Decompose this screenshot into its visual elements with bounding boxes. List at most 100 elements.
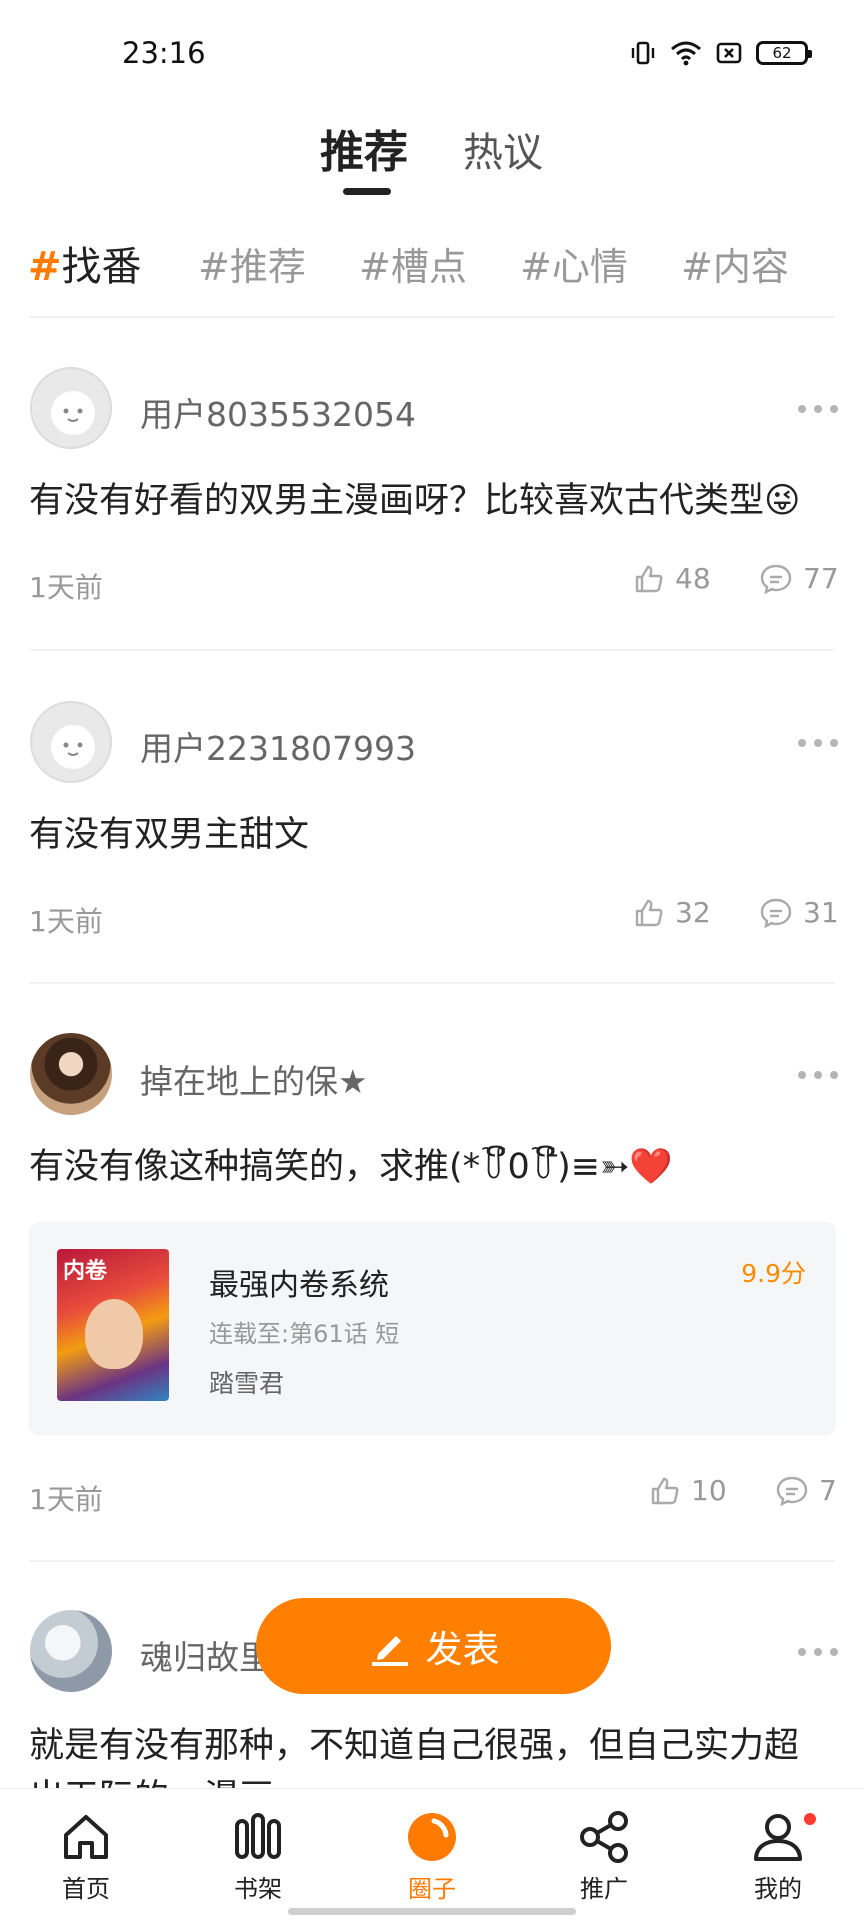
battery-icon: 62: [756, 41, 812, 65]
tag-mood[interactable]: #心情: [520, 236, 628, 291]
comment-button[interactable]: 77: [759, 562, 839, 595]
book-cover-title: 内卷: [63, 1259, 108, 1284]
nav-home[interactable]: 首页: [26, 1789, 146, 1909]
nav-profile[interactable]: 我的: [718, 1789, 838, 1909]
hash-symbol: #: [681, 245, 713, 289]
avatar[interactable]: [30, 701, 112, 783]
post-time: 1天前: [29, 905, 103, 938]
hash-symbol: #: [520, 245, 552, 289]
post-meta: 1天前 48 77: [29, 562, 839, 604]
tag-recommend[interactable]: #推荐: [198, 236, 306, 291]
tab-indicator: [343, 188, 391, 195]
comment-button[interactable]: 31: [759, 896, 839, 929]
like-count: 48: [675, 562, 711, 595]
more-options-icon[interactable]: [798, 738, 838, 748]
home-icon: [64, 1815, 108, 1859]
thumbs-up-icon: [635, 899, 663, 926]
post-content[interactable]: 有没有双男主甜文: [29, 806, 839, 864]
book-cover-art: [85, 1299, 143, 1369]
nav-label: 书架: [234, 1875, 282, 1903]
more-options-icon[interactable]: [798, 1647, 838, 1657]
tag-label: 找番: [61, 244, 142, 290]
tab-hot-discussion[interactable]: 热议: [463, 120, 543, 178]
book-cover: 内卷: [57, 1249, 169, 1401]
book-score: 9.9分: [741, 1259, 806, 1288]
profile-icon: [754, 1814, 802, 1861]
username[interactable]: 用户2231807993: [140, 722, 416, 770]
status-bar: 23:16 62: [0, 0, 864, 100]
username[interactable]: 掉在地上的保★: [140, 1055, 368, 1103]
comment-icon: [760, 898, 792, 928]
nav-label: 我的: [754, 1875, 802, 1903]
post-time: 1天前: [29, 1483, 103, 1516]
status-time: 23:16: [122, 36, 206, 70]
wifi-icon: [671, 41, 701, 66]
default-avatar-icon: [51, 391, 95, 435]
circle-icon: [408, 1813, 456, 1861]
default-avatar-icon: [51, 725, 95, 769]
avatar[interactable]: [30, 367, 112, 449]
like-count: 32: [675, 896, 711, 929]
nav-promote[interactable]: 推广: [544, 1789, 664, 1909]
hash-symbol: #: [359, 245, 391, 289]
comment-icon: [760, 564, 792, 594]
hash-symbol: #: [198, 245, 230, 289]
nav-circle[interactable]: 圈子: [372, 1789, 492, 1909]
tag-complaint[interactable]: #槽点: [359, 236, 467, 291]
nav-label: 圈子: [408, 1875, 456, 1903]
hash-symbol: #: [28, 244, 62, 290]
status-icons: 62: [630, 40, 812, 66]
tag-label: 内容: [712, 245, 789, 289]
comment-count: 31: [803, 896, 839, 929]
post-content[interactable]: 有没有像这种搞笑的，求推(*꒦ິ0꒦ີ)≡➳❤️: [29, 1138, 839, 1196]
post-time: 1天前: [29, 571, 103, 604]
post-content[interactable]: 就是有没有那种，不知道自己很强，但自己实力超: [29, 1717, 839, 1775]
comment-count: 77: [803, 562, 839, 595]
like-count: 10: [691, 1474, 727, 1507]
comment-icon: [776, 1476, 808, 1506]
nav-label: 首页: [62, 1875, 110, 1903]
divider: [29, 649, 835, 651]
tab-recommend[interactable]: 推荐: [320, 116, 408, 180]
bookshelf-icon: [235, 1813, 281, 1859]
avatar[interactable]: [30, 1033, 112, 1115]
tag-row: #找番 #推荐 #槽点 #心情 #内容: [28, 228, 836, 291]
nav-bookshelf[interactable]: 书架: [198, 1789, 318, 1909]
book-progress: 连载至:第61话 短: [209, 1320, 400, 1348]
like-button[interactable]: 10: [649, 1474, 727, 1507]
tag-content[interactable]: #内容: [681, 236, 789, 291]
thumbs-up-icon: [651, 1477, 679, 1504]
vibrate-icon: [631, 41, 655, 65]
sim-card-icon: [716, 42, 742, 64]
home-indicator[interactable]: [288, 1908, 576, 1915]
book-card[interactable]: 内卷 最强内卷系统 9.9分 连载至:第61话 短 踏雪君: [29, 1222, 836, 1435]
share-icon: [580, 1811, 628, 1863]
divider: [29, 982, 835, 984]
divider: [29, 316, 835, 318]
nav-label: 推广: [580, 1875, 628, 1903]
divider: [29, 1560, 835, 1562]
post-content-line2[interactable]: 出天际的，漫画: [29, 1769, 839, 1789]
post-meta: 1天前 10 7: [29, 1474, 837, 1516]
comment-button[interactable]: 7: [775, 1474, 837, 1507]
more-options-icon[interactable]: [798, 1070, 838, 1080]
bottom-nav: 首页 书架 圈子 推广 我的: [0, 1788, 864, 1920]
book-title: 最强内卷系统: [209, 1268, 389, 1303]
book-author: 踏雪君: [209, 1369, 285, 1398]
username[interactable]: 用户8035532054: [140, 388, 416, 436]
pencil-icon: [371, 1636, 408, 1666]
notification-dot: [802, 1811, 818, 1827]
tag-label: 槽点: [390, 245, 467, 289]
tag-label: 推荐: [229, 245, 306, 289]
comment-count: 7: [819, 1474, 837, 1507]
like-button[interactable]: 32: [633, 896, 711, 929]
post-meta: 1天前 32 31: [29, 896, 839, 938]
tag-find-anime[interactable]: #找番: [28, 234, 142, 292]
like-button[interactable]: 48: [633, 562, 711, 595]
tag-label: 心情: [551, 245, 628, 289]
more-options-icon[interactable]: [798, 404, 838, 414]
username[interactable]: 魂归故里: [140, 1631, 272, 1679]
publish-button[interactable]: 发表: [256, 1598, 611, 1694]
avatar[interactable]: [30, 1610, 112, 1692]
post-content[interactable]: 有没有好看的双男主漫画呀？比较喜欢古代类型😜: [29, 472, 839, 530]
